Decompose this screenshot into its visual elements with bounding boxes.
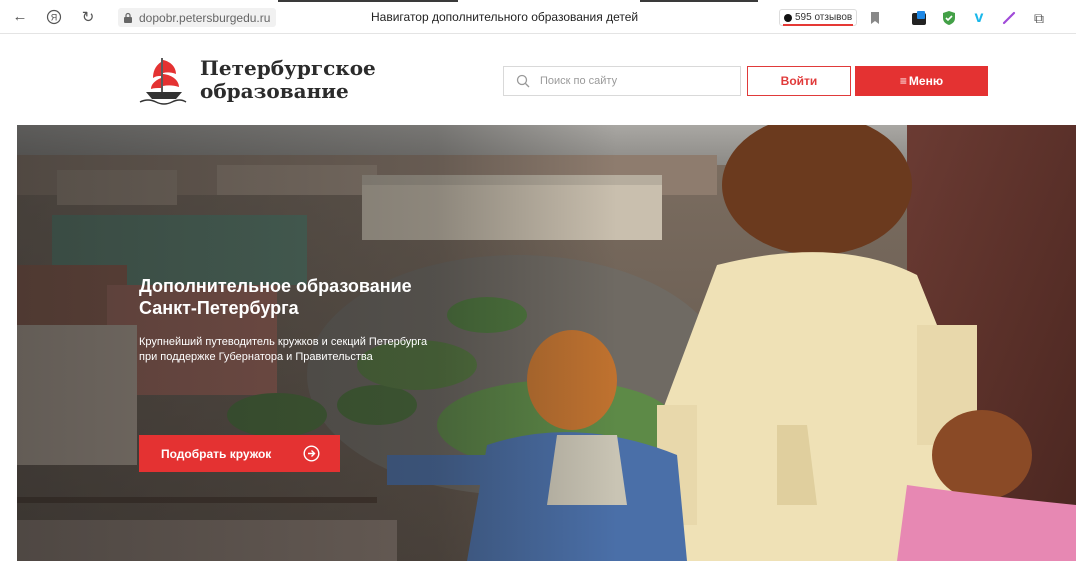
hero-subtitle: Крупнейший путеводитель кружков и секций… [139,335,469,365]
extension-bar: v ⧉ [866,9,1060,27]
url-text: dopobr.petersburgedu.ru [139,10,271,25]
arrow-circle-icon [303,445,320,462]
page-title: Навигатор дополнительного образования де… [371,10,639,24]
hero-title: Дополнительное образование Санкт-Петербу… [139,275,459,319]
tab-indicator [640,0,758,2]
search-input[interactable] [540,75,720,87]
menu-button[interactable]: ≡ Меню [855,66,988,96]
bookmark-icon[interactable] [866,9,884,27]
hero-title-line2: Санкт-Петербурга [139,298,299,318]
site-logo[interactable]: Петербургское образование [138,54,376,106]
site-search[interactable] [503,66,741,96]
pen-icon[interactable] [1000,9,1018,27]
address-bar[interactable]: dopobr.petersburgedu.ru [118,8,277,27]
reviews-badge[interactable]: 595 отзывов [779,9,858,26]
reload-icon[interactable]: ↻ [78,7,98,27]
hero-banner: Дополнительное образование Санкт-Петербу… [17,125,1076,561]
hero-subtitle-line1: Крупнейший путеводитель кружков и секций… [139,336,428,348]
reviews-label: 595 отзывов [795,12,853,23]
lock-icon [124,12,132,23]
extension-icon[interactable] [910,9,928,27]
tab-indicator [278,0,458,2]
hamburger-icon: ≡ [899,74,907,88]
back-icon[interactable]: ← [10,7,30,27]
hero-title-line1: Дополнительное образование [139,276,412,296]
speech-icon [784,13,792,22]
svg-text:Я: Я [51,12,58,22]
login-button[interactable]: Войти [747,66,851,96]
logo-line1: Петербургское [200,56,376,80]
find-club-button[interactable]: Подобрать кружок [139,435,340,472]
rating-bar [783,24,853,26]
search-icon[interactable] [516,74,530,88]
vimeo-icon[interactable]: v [970,9,988,27]
ship-icon [139,58,187,105]
logo-text: Петербургское образование [200,57,376,103]
hero-subtitle-line2: при поддержке Губернатора и Правительств… [139,351,373,363]
logo-line2: образование [200,79,349,103]
shield-icon[interactable] [940,9,958,27]
puzzle-icon[interactable]: ⧉ [1030,9,1048,27]
yandex-icon[interactable]: Я [44,7,64,27]
find-club-label: Подобрать кружок [161,446,272,461]
menu-label: Меню [908,74,944,88]
